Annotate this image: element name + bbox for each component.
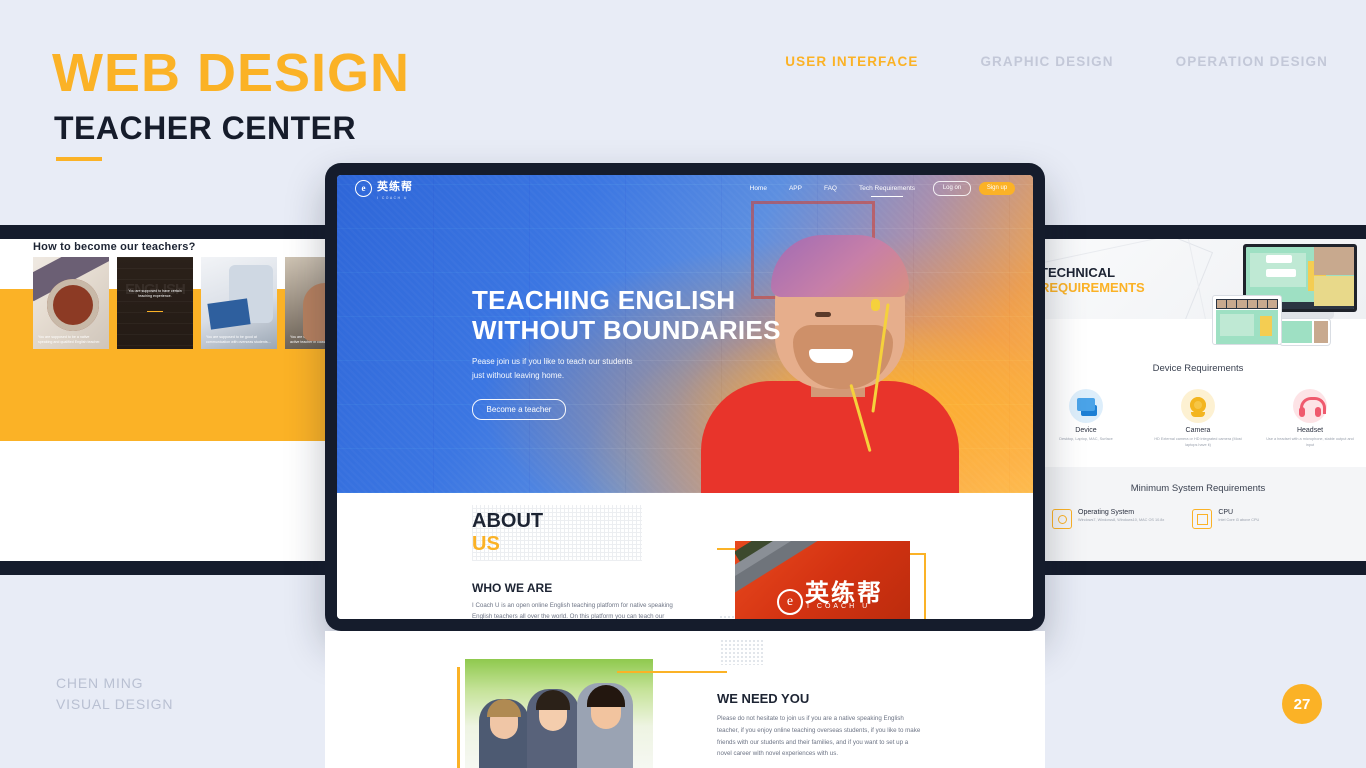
webcam-icon: [1181, 389, 1215, 423]
page-title: WEB DESIGN: [52, 43, 411, 103]
topnav-item-operation-design[interactable]: OPERATION DESIGN: [1176, 54, 1328, 69]
site-logo[interactable]: e 英练帮 I COACH U: [355, 177, 413, 200]
logo-mark-icon: e: [355, 179, 372, 197]
signage-en-name: I COACH U: [807, 603, 871, 610]
signage-logo-mark: e: [777, 589, 803, 615]
about-heading-line1: ABOUT: [472, 510, 544, 532]
nav-link-home[interactable]: Home: [750, 185, 767, 192]
hero-subtext-line1: Pease join us if you like to teach our s…: [472, 357, 633, 367]
tech-title-line2: REQUIREMENTS: [1040, 279, 1145, 295]
os-icon: [1052, 509, 1072, 529]
who-we-are-heading: WHO WE ARE: [472, 581, 553, 595]
system-requirements-row: Operating System Windows7, Windows8, Win…: [1052, 509, 1344, 529]
device-description: HD External camera or HD integrated came…: [1154, 437, 1242, 448]
title-underline: [56, 157, 102, 161]
page-subtitle: TEACHER CENTER: [54, 110, 357, 146]
system-description: Windows7, Windows8, Windows10, MAC OS 10…: [1078, 518, 1165, 522]
monitor-device-icon: [1069, 389, 1103, 423]
designer-name: CHEN MING: [56, 675, 144, 691]
device-name: Camera: [1185, 427, 1211, 434]
kids-accent-line: [617, 671, 727, 673]
minimum-system-title: Minimum System Requirements: [1130, 483, 1266, 494]
device-requirement-item: Camera HD External camera or HD integrat…: [1142, 389, 1254, 448]
cpu-icon: [1192, 509, 1213, 529]
device-requirements-row: Device Desktop, Laptop, MAC, Surface Cam…: [1030, 389, 1366, 448]
device-description: Use a headset with a microphone, stable …: [1266, 437, 1354, 448]
tablet-illustration: [1212, 295, 1282, 345]
device-requirement-item: Device Desktop, Laptop, MAC, Surface: [1030, 389, 1142, 448]
tablet-device-mockup: e 英练帮 I COACH U Home APP FAQ Tech Requir…: [325, 163, 1045, 631]
designer-credit: CHEN MING VISUAL DESIGN: [56, 673, 173, 715]
sign-up-button[interactable]: Sign up: [979, 181, 1015, 195]
requirement-card[interactable]: You are supposed to be good at communica…: [201, 257, 277, 349]
hero-headline: TEACHING ENGLISH WITHOUT BOUNDARIES: [472, 285, 781, 345]
topnav-item-user-interface[interactable]: USER INTERFACE: [785, 54, 918, 69]
site-navbar: e 英练帮 I COACH U Home APP FAQ Tech Requir…: [337, 175, 1033, 201]
device-requirements-title: Device Requirements: [1152, 363, 1244, 374]
page-continuation-below-device: WE NEED YOU Please do not hesitate to jo…: [325, 631, 1045, 768]
minimum-system-section: Minimum System Requirements Operating Sy…: [1030, 467, 1366, 561]
who-we-are-body: I Coach U is an open online English teac…: [472, 602, 673, 619]
dot-grid-decoration: [720, 639, 764, 665]
about-section: ABOUT US WHO WE ARE I Coach U is an open…: [337, 493, 1033, 619]
tech-title-line1: TECHNICAL: [1040, 265, 1116, 280]
hero-subtext: Pease join us if you like to teach our s…: [472, 355, 781, 382]
site-nav-links: Home APP FAQ Tech Requirements: [750, 185, 915, 197]
requirement-card[interactable]: ENGLISH You are supposed to have certain…: [117, 257, 193, 349]
system-requirement-item: CPU Intel Core i3 above CPU: [1192, 509, 1259, 529]
headset-icon: [1293, 389, 1327, 423]
nav-link-faq[interactable]: FAQ: [824, 185, 837, 192]
log-on-button[interactable]: Log on: [933, 180, 971, 196]
requirement-card-caption: You are supposed to be a native speaking…: [38, 334, 101, 344]
hero-headline-line2: WITHOUT BOUNDARIES: [472, 315, 781, 346]
logo-cn-name: 英练帮: [377, 180, 413, 193]
device-description: Desktop, Laptop, MAC, Surface: [1059, 437, 1113, 441]
hero-headline-line1: TEACHING ENGLISH: [472, 285, 736, 315]
we-need-you-body: Please do not hesitate to join us if you…: [717, 715, 921, 758]
technical-requirements-heading: TECHNICAL REQUIREMENTS: [1040, 265, 1145, 296]
about-signage-photo: e 英练帮 I COACH U: [735, 541, 910, 619]
requirement-card-caption: You are supposed to be good at communica…: [206, 334, 271, 344]
nav-link-app[interactable]: APP: [789, 185, 802, 192]
right-screenshot-panel: TECHNICAL REQUIREMENTS Device Requiremen…: [1030, 239, 1366, 561]
system-description: Intel Core i3 above CPU: [1218, 518, 1260, 522]
we-need-you-heading: WE NEED YOU: [717, 691, 810, 706]
device-name: Headset: [1296, 427, 1324, 434]
about-heading-line2: US: [472, 533, 500, 555]
designer-role: VISUAL DESIGN: [56, 696, 174, 712]
top-navigation: USER INTERFACE GRAPHIC DESIGN OPERATION …: [785, 54, 1328, 69]
device-requirement-item: Headset Use a headset with a microphone,…: [1254, 389, 1366, 448]
how-to-become-heading: How to become our teachers?: [33, 241, 196, 253]
hero-copy: TEACHING ENGLISH WITHOUT BOUNDARIES Peas…: [472, 285, 781, 420]
kids-classroom-photo: [465, 659, 653, 768]
topnav-item-graphic-design[interactable]: GRAPHIC DESIGN: [980, 54, 1113, 69]
requirement-card-caption: You are supposed to have certain teachin…: [128, 289, 182, 299]
website-hero: e 英练帮 I COACH U Home APP FAQ Tech Requir…: [337, 175, 1033, 493]
requirement-card[interactable]: You are supposed to be a native speaking…: [33, 257, 109, 349]
tablet-screen: e 英练帮 I COACH U Home APP FAQ Tech Requir…: [337, 175, 1033, 619]
about-heading: ABOUT US: [472, 510, 543, 556]
page-number-badge: 27: [1282, 684, 1322, 724]
phone-illustration: [1279, 318, 1331, 346]
become-a-teacher-button[interactable]: Become a teacher: [472, 398, 566, 420]
system-name: Operating System: [1078, 509, 1135, 516]
hero-subtext-line2: just without leaving home.: [472, 370, 565, 380]
logo-en-name: I COACH U: [377, 195, 408, 200]
system-requirement-item: Operating System Windows7, Windows8, Win…: [1052, 509, 1164, 529]
poster-canvas: WEB DESIGN TEACHER CENTER USER INTERFACE…: [0, 0, 1366, 768]
device-name: Device: [1075, 427, 1097, 434]
nav-link-tech-requirements[interactable]: Tech Requirements: [859, 185, 915, 197]
system-name: CPU: [1218, 509, 1234, 516]
